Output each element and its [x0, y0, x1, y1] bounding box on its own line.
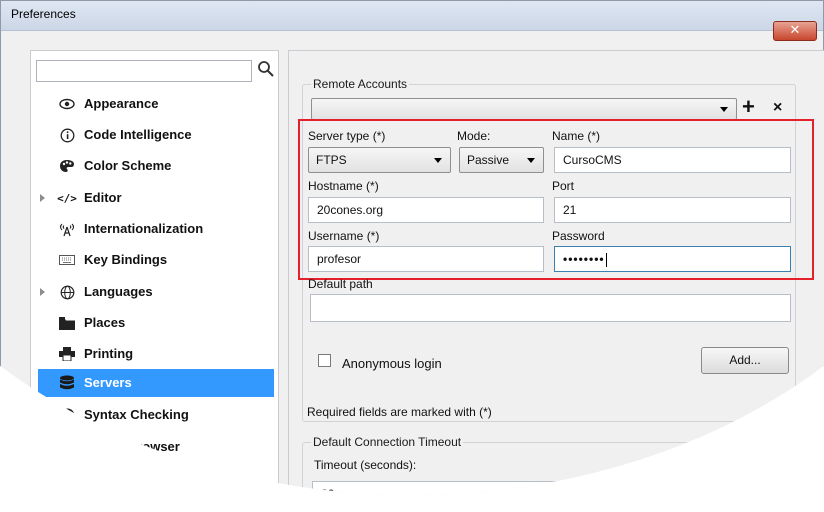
printer-icon	[58, 346, 76, 362]
mode-label: Mode:	[457, 129, 491, 143]
nav-label: Languages	[84, 284, 153, 299]
nav-label: Editor	[84, 190, 122, 205]
account-select[interactable]	[311, 98, 737, 120]
globe-icon	[58, 284, 76, 300]
timeout-field[interactable]: 30	[312, 481, 791, 495]
server-type-value: FTPS	[316, 153, 347, 167]
hostname-field[interactable]: 20cones.org	[308, 197, 544, 223]
nav-item-syntax-checking[interactable]: Syntax Checking	[38, 401, 274, 429]
required-fields-note: Required fields are marked with (*)	[307, 405, 492, 419]
nav-label: Code Intelligence	[84, 127, 192, 142]
password-label: Password	[552, 229, 605, 243]
nav-item-color-scheme[interactable]: Color Scheme	[38, 152, 274, 180]
password-value: ••••••••	[563, 252, 605, 266]
check-circle-icon	[58, 407, 76, 423]
name-label: Name (*)	[552, 129, 601, 143]
title-bar: Preferences	[1, 1, 823, 31]
nav-label: Printing	[84, 346, 134, 361]
folder-icon	[58, 315, 76, 331]
server-type-select[interactable]: FTPS	[308, 147, 451, 173]
expand-arrow-icon[interactable]	[40, 288, 45, 296]
nav-item-places[interactable]: Places	[38, 309, 274, 337]
info-icon	[58, 127, 76, 143]
nav-label: Web & Browser	[84, 439, 180, 454]
username-label: Username (*)	[308, 229, 380, 243]
add-account-icon[interactable]: +	[742, 96, 755, 118]
anonymous-login-label: Anonymous login	[342, 356, 442, 371]
mode-select[interactable]: Passive	[459, 147, 544, 173]
code-icon: </>	[57, 191, 77, 205]
nav-label: Color Scheme	[84, 158, 172, 173]
nav-item-web-browser[interactable]: Web & Browser	[38, 433, 274, 461]
search-input[interactable]	[36, 60, 252, 82]
nav-label: Places	[84, 315, 126, 330]
nav-label: Key Bindings	[84, 252, 168, 267]
keyboard-icon	[58, 252, 76, 268]
nav-item-appearance[interactable]: Appearance	[38, 90, 274, 118]
nav-item-printing[interactable]: Printing	[38, 340, 274, 368]
antenna-icon	[58, 221, 76, 237]
timeout-label: Timeout (seconds):	[314, 458, 417, 472]
database-icon	[58, 375, 76, 391]
default-path-field[interactable]	[310, 294, 791, 322]
nav-label: Appearance	[84, 96, 159, 111]
nav-item-editor[interactable]: </> Editor	[38, 184, 274, 212]
nav-item-languages[interactable]: Languages	[38, 278, 274, 306]
close-button[interactable]: ✕	[773, 21, 817, 41]
remove-account-icon[interactable]: ×	[773, 100, 782, 116]
password-field[interactable]: ••••••••	[554, 246, 791, 272]
add-button[interactable]: Add...	[701, 347, 789, 374]
username-field[interactable]: profesor	[308, 246, 544, 272]
hostname-label: Hostname (*)	[308, 179, 379, 193]
chevron-down-icon	[434, 158, 442, 163]
timeout-legend: Default Connection Timeout	[311, 435, 464, 449]
nav-item-key-bindings[interactable]: Key Bindings	[38, 246, 274, 274]
nav-label: Servers	[84, 375, 132, 390]
mode-value: Passive	[467, 153, 510, 167]
search-icon[interactable]	[257, 60, 275, 78]
eye-icon	[58, 96, 76, 112]
server-type-label: Server type (*)	[308, 129, 386, 143]
chevron-down-icon	[527, 158, 535, 163]
nav-item-servers[interactable]: Servers	[38, 369, 274, 397]
nav-label: Syntax Checking	[84, 407, 189, 422]
window-title: Preferences	[11, 7, 76, 21]
nav-label: Internationalization	[84, 221, 204, 236]
preferences-window: Preferences ✕ Appearance Code Intelligen…	[0, 0, 824, 495]
expand-arrow-icon[interactable]	[40, 194, 45, 202]
web-icon	[58, 439, 76, 455]
nav-item-internationalization[interactable]: Internationalization	[38, 215, 274, 243]
remote-accounts-legend: Remote Accounts	[311, 77, 410, 91]
chevron-down-icon	[720, 107, 728, 112]
port-label: Port	[552, 179, 575, 193]
port-field[interactable]: 21	[554, 197, 791, 223]
close-icon: ✕	[789, 23, 801, 38]
anonymous-login-checkbox[interactable]	[318, 354, 331, 367]
text-caret	[605, 252, 607, 267]
name-field[interactable]: CursoCMS	[554, 147, 791, 173]
default-path-label: Default path	[308, 277, 373, 291]
palette-icon	[58, 158, 76, 174]
nav-item-code-intelligence[interactable]: Code Intelligence	[38, 121, 274, 149]
